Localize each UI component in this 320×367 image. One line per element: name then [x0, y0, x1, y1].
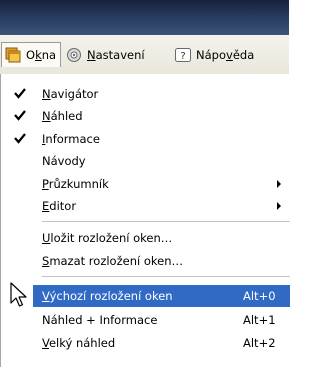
- help-icon: ?: [175, 47, 191, 63]
- menu-item-navody[interactable]: Návody: [1, 150, 290, 172]
- menu-nastaveni-label: Nastavení: [87, 47, 145, 62]
- menu-napoveda-label: Nápověda: [196, 47, 255, 62]
- menu-item-label: Průzkumník: [42, 177, 109, 191]
- menu-item-shortcut: Alt+1: [243, 313, 276, 327]
- menu-item-pruzkumnik[interactable]: Průzkumník: [1, 173, 290, 195]
- menu-item-label: Uložit rozložení oken…: [42, 231, 173, 245]
- svg-text:?: ?: [180, 51, 185, 62]
- menu-okna[interactable]: Okna: [1, 42, 61, 67]
- menu-item-nahled[interactable]: Náhled: [1, 105, 290, 127]
- gear-icon: [66, 47, 82, 63]
- menu-item-informace[interactable]: Informace: [1, 128, 290, 150]
- menu-item-shortcut: Alt+2: [243, 336, 276, 350]
- menu-item-label: Náhled + Informace: [42, 313, 158, 327]
- menu-napoveda[interactable]: ? Nápověda: [175, 42, 254, 67]
- menu-item-label: Náhled: [42, 109, 83, 123]
- menu-separator: [42, 276, 290, 277]
- submenu-arrow-icon: [277, 202, 281, 210]
- menu-okna-label: Okna: [26, 48, 57, 62]
- submenu-arrow-icon: [277, 180, 281, 188]
- menu-item-label: Navigátor: [42, 87, 99, 101]
- menu-item-label: Velký náhled: [42, 336, 116, 350]
- window-titlebar: [0, 0, 289, 35]
- mouse-pointer-icon: [10, 282, 27, 307]
- menu-item-nahled-informace[interactable]: Náhled + Informace Alt+1: [1, 309, 290, 331]
- menu-separator: [42, 221, 290, 222]
- menu-nastaveni[interactable]: Nastavení: [66, 42, 145, 67]
- check-icon: [14, 88, 26, 99]
- okna-dropdown-menu: Navigátor Náhled Informace Návody Průzku…: [0, 74, 290, 367]
- menu-item-editor[interactable]: Editor: [1, 195, 290, 217]
- menu-item-label: Editor: [42, 199, 77, 213]
- menu-item-ulozit-rozlozeni[interactable]: Uložit rozložení oken…: [1, 227, 290, 249]
- menu-item-navigator[interactable]: Navigátor: [1, 83, 290, 105]
- menu-item-shortcut: Alt+0: [243, 289, 276, 303]
- menu-item-vychozi-rozlozeni[interactable]: Výchozí rozložení oken Alt+0: [1, 285, 290, 307]
- windows-icon: [5, 47, 21, 63]
- menu-item-velky-nahled[interactable]: Velký náhled Alt+2: [1, 332, 290, 354]
- menu-item-label: Informace: [42, 132, 100, 146]
- menubar: Okna Nastavení ? Nápověda: [0, 35, 289, 75]
- menu-item-label: Výchozí rozložení oken: [42, 289, 173, 303]
- menu-item-smazat-rozlozeni[interactable]: Smazat rozložení oken…: [1, 250, 290, 272]
- menu-item-label: Návody: [42, 154, 86, 168]
- menu-item-label: Smazat rozložení oken…: [42, 254, 183, 268]
- check-icon: [14, 133, 26, 144]
- check-icon: [14, 110, 26, 121]
